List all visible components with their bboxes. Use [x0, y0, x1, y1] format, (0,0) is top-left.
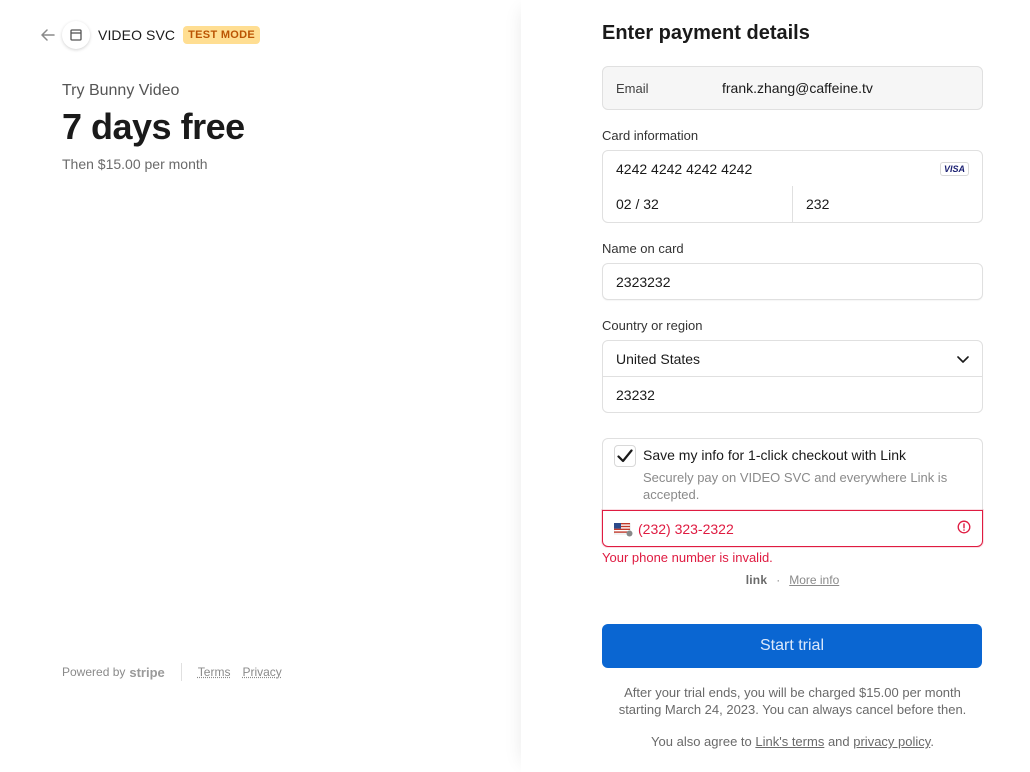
merchant-header: VIDEO SVC TEST MODE	[40, 21, 261, 49]
phone-input[interactable]: (232) 323-2322	[602, 510, 983, 547]
us-flag-icon	[613, 522, 633, 536]
footer-divider	[180, 663, 182, 681]
phone-error-message: Your phone number is invalid.	[602, 550, 773, 565]
visa-icon: VISA	[939, 161, 969, 176]
agree-prefix: You also agree to	[651, 734, 756, 749]
agreement-text: You also agree to Link's terms and priva…	[602, 734, 983, 749]
save-info-checkbox[interactable]	[614, 445, 636, 467]
name-on-card-value: 2323232	[616, 273, 671, 290]
card-number-input[interactable]: 4242 4242 4242 4242 VISA	[602, 150, 983, 187]
zip-value: 23232	[616, 386, 655, 403]
country-value: United States	[616, 350, 701, 367]
product-name: Try Bunny Video	[62, 82, 180, 99]
phone-value: (232) 323-2322	[638, 520, 734, 537]
name-on-card-input[interactable]: 2323232	[602, 263, 983, 300]
cvc-input[interactable]: 232	[793, 186, 983, 223]
product-price: 7 days free	[62, 106, 245, 147]
merchant-logo-icon	[62, 21, 90, 49]
chevron-down-icon	[957, 351, 969, 367]
trial-fine-print: After your trial ends, you will be charg…	[618, 685, 967, 717]
agree-and: and	[824, 734, 854, 749]
link-save-title: Save my info for 1-click checkout with L…	[643, 447, 906, 463]
link-info-row: link · More info	[602, 573, 983, 587]
agree-suffix: .	[930, 734, 934, 749]
link-save-box: Save my info for 1-click checkout with L…	[602, 438, 983, 510]
stripe-logo[interactable]: stripe	[129, 665, 164, 680]
product-then: Then $15.00 per month	[62, 156, 208, 172]
zip-input[interactable]: 23232	[602, 376, 983, 413]
payment-form: Enter payment details	[602, 22, 983, 45]
card-number-value: 4242 4242 4242 4242	[616, 160, 753, 177]
test-mode-badge: TEST MODE	[183, 26, 261, 44]
expiry-input[interactable]: 02 / 32	[602, 186, 793, 223]
name-on-card-label: Name on card	[602, 241, 684, 256]
country-select[interactable]: United States	[602, 340, 983, 377]
powered-by-label: Powered by	[62, 665, 126, 679]
summary-pane: VIDEO SVC TEST MODE Try Bunny Video 7 da…	[0, 0, 521, 772]
privacy-policy-link[interactable]: privacy policy	[853, 734, 930, 749]
separator-dot: ·	[776, 573, 781, 587]
email-label: Email	[616, 80, 649, 96]
country-label: Country or region	[602, 318, 703, 333]
link-terms-link[interactable]: Link's terms	[755, 734, 824, 749]
expiry-value: 02 / 32	[616, 196, 659, 212]
card-expiry-cvc-row: 02 / 32 232	[602, 186, 983, 223]
email-field[interactable]: Email frank.zhang@caffeine.tv	[602, 66, 983, 110]
product-summary: Try Bunny Video 7 days free Then $15.00 …	[62, 82, 245, 172]
error-icon	[957, 520, 971, 537]
terms-link[interactable]: Terms	[198, 665, 231, 679]
link-logo: link	[745, 573, 768, 587]
form-title: Enter payment details	[602, 22, 810, 44]
email-value: frank.zhang@caffeine.tv	[722, 80, 873, 96]
start-trial-button[interactable]: Start trial	[602, 624, 982, 668]
footer: Powered by stripe Terms Privacy	[62, 663, 294, 681]
card-info-label: Card information	[602, 128, 699, 143]
merchant-name: VIDEO SVC	[98, 27, 176, 43]
link-save-subtitle: Securely pay on VIDEO SVC and everywhere…	[643, 470, 948, 502]
privacy-link[interactable]: Privacy	[242, 665, 281, 679]
back-arrow-icon[interactable]	[40, 27, 56, 43]
cvc-value: 232	[806, 196, 830, 212]
more-info-link[interactable]: More info	[789, 573, 839, 587]
